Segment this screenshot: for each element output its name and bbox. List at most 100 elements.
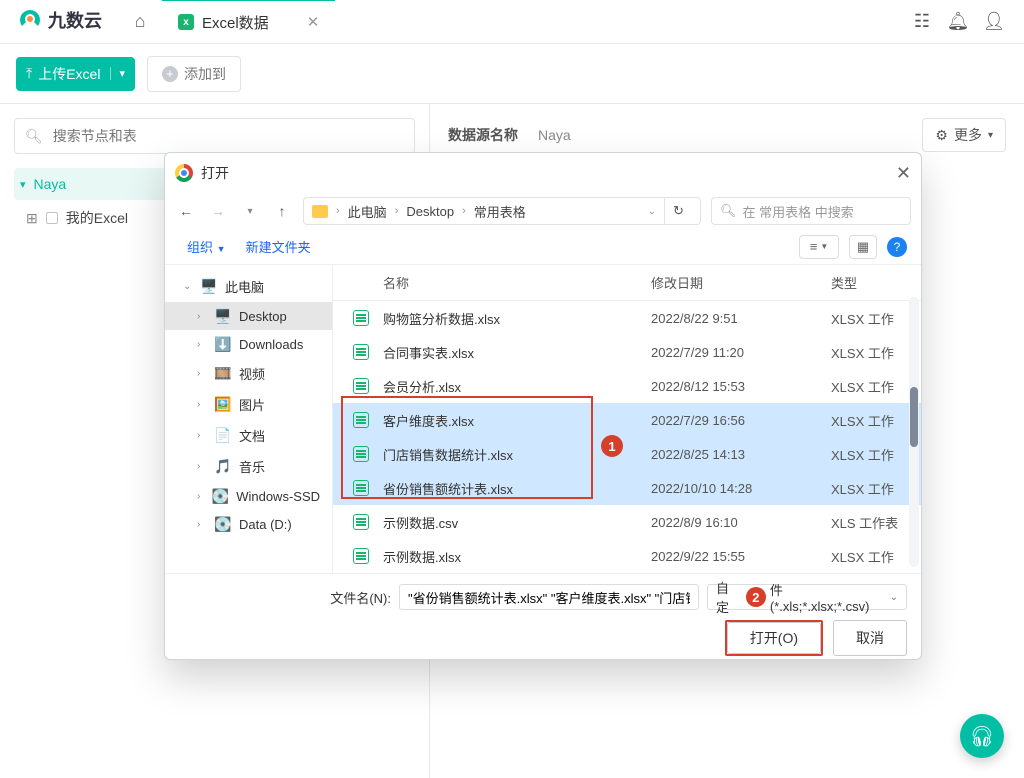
nav-up-icon[interactable]: ↑ [271, 203, 293, 219]
place-label: Windows-SSD [236, 489, 320, 504]
crumb-folder[interactable]: 常用表格 [474, 202, 526, 221]
places-panel: ⌄🖥️此电脑›🖥️Desktop›⬇️Downloads›🎞️视频›🖼️图片›📄… [165, 265, 333, 573]
file-row[interactable]: 省份销售额统计表.xlsx2022/10/10 14:28XLSX 工作 [333, 471, 921, 505]
tab-label: Excel数据 [202, 12, 269, 33]
nav-back-icon[interactable]: ← [175, 203, 197, 219]
place-音乐[interactable]: ›🎵音乐 [165, 451, 332, 482]
chevron-down-icon[interactable]: ▾ [110, 67, 125, 80]
file-row[interactable]: 示例数据.xlsx2022/9/22 15:55XLSX 工作 [333, 539, 921, 573]
file-row[interactable]: 客户维度表.xlsx2022/7/29 16:56XLSX 工作 [333, 403, 921, 437]
bell-icon[interactable]: 🔔︎ [940, 0, 976, 43]
place-视频[interactable]: › 🎞️ 视频 [165, 358, 332, 389]
file-date: 2022/10/10 14:28 [651, 481, 831, 496]
file-date: 2022/7/29 16:56 [651, 413, 831, 428]
filename-input[interactable] [399, 584, 699, 610]
datasource-name: Naya [538, 127, 571, 143]
tab-excel-data[interactable]: x Excel数据 ✕ [162, 0, 335, 43]
upload-excel-button[interactable]: ⤒ 上传Excel ▾ [16, 57, 135, 91]
file-type: XLSX 工作 [831, 343, 921, 362]
sidebar-search[interactable]: 🔍︎ [14, 118, 415, 154]
excel-icon: x [178, 14, 194, 30]
dialog-search[interactable]: 🔍︎ 在 常用表格 中搜索 [711, 197, 911, 225]
file-icon [353, 412, 373, 428]
dialog-navbar: ← → ▾ ↑ › 此电脑 › Desktop › 常用表格 ⌄ ↻ 🔍︎ 在 … [165, 193, 921, 229]
chevron-down-icon: ⌄ [890, 592, 898, 603]
place-label: 图片 [239, 395, 265, 414]
chevron-down-icon[interactable]: ⌄ [648, 206, 656, 217]
file-type: XLSX 工作 [831, 309, 921, 328]
breadcrumb-bar[interactable]: › 此电脑 › Desktop › 常用表格 ⌄ ↻ [303, 197, 701, 225]
scroll-thumb[interactable] [910, 387, 918, 447]
file-row[interactable]: 会员分析.xlsx2022/8/12 15:53XLSX 工作 [333, 369, 921, 403]
place-label: 视频 [239, 364, 265, 383]
file-row[interactable]: 合同事实表.xlsx2022/7/29 11:20XLSX 工作 [333, 335, 921, 369]
place-data (d:)[interactable]: ›💽Data (D:) [165, 510, 332, 538]
file-row[interactable]: 门店销售数据统计.xlsx2022/8/25 14:13XLSX 工作 [333, 437, 921, 471]
place-此电脑[interactable]: ⌄🖥️此电脑 [165, 271, 332, 302]
file-header: 名称 修改日期 类型 [333, 265, 921, 301]
crumb-pc[interactable]: 此电脑 [348, 202, 387, 221]
annotation-badge-2: 2 [746, 587, 766, 607]
place-windows-ssd[interactable]: ›💽Windows-SSD [165, 482, 332, 510]
scrollbar[interactable] [909, 297, 919, 567]
filetype-filter[interactable]: 自定 2 件 (*.xls;*.xlsx;*.csv) ⌄ [707, 584, 907, 610]
file-icon [353, 446, 373, 462]
close-tab-icon[interactable]: ✕ [307, 13, 320, 31]
nav-recent-icon[interactable]: ▾ [239, 206, 261, 217]
dialog-titlebar: 打开 ✕ [165, 153, 921, 193]
place-icon: ⬇️ [215, 336, 231, 352]
plus-icon: + [162, 66, 178, 82]
nav-forward-icon[interactable]: → [207, 203, 229, 219]
headset-icon: 🎧︎ [969, 724, 994, 749]
place-downloads[interactable]: ›⬇️Downloads [165, 330, 332, 358]
cancel-button[interactable]: 取消 [833, 620, 907, 656]
more-button[interactable]: ⚙︎ 更多 ▾ [922, 118, 1006, 152]
file-row[interactable]: 购物篮分析数据.xlsx2022/8/22 9:51XLSX 工作 [333, 301, 921, 335]
place-图片[interactable]: ›🖼️图片 [165, 389, 332, 420]
filter-prefix: 自定 [716, 578, 742, 616]
settings-icon[interactable]: ☷ [904, 0, 940, 43]
place-文档[interactable]: ›📄文档 [165, 420, 332, 451]
tree-label: Naya [34, 176, 67, 192]
file-date: 2022/9/22 15:55 [651, 549, 831, 564]
add-to-button[interactable]: + 添加到 [147, 56, 241, 92]
place-desktop[interactable]: ›🖥️Desktop [165, 302, 332, 330]
organize-menu[interactable]: 组织 ▼ [179, 233, 234, 260]
tree-label: 我的Excel [66, 208, 128, 228]
chevron-icon: › [197, 368, 207, 379]
new-folder-button[interactable]: 新建文件夹 [238, 233, 319, 260]
place-icon: 🖥️ [215, 308, 231, 324]
dialog-title: 打开 [201, 163, 229, 183]
viewmode-grid-icon[interactable]: ▦ [849, 235, 877, 259]
search-input[interactable] [51, 127, 404, 145]
open-button[interactable]: 打开(O) [727, 622, 821, 654]
chevron-icon: › [197, 339, 207, 350]
filter-suffix: 件 (*.xls;*.xlsx;*.csv) [770, 580, 886, 614]
file-icon [353, 310, 373, 326]
chat-fab[interactable]: 🎧︎ [960, 714, 1004, 758]
file-row[interactable]: 示例数据.csv2022/8/9 16:10XLS 工作表 [333, 505, 921, 539]
file-list: 购物篮分析数据.xlsx2022/8/22 9:51XLSX 工作合同事实表.x… [333, 301, 921, 573]
chevron-right-icon: › [395, 205, 399, 217]
upload-icon: ⤒ [26, 65, 32, 82]
home-icon[interactable]: ⌂ [118, 0, 162, 43]
file-date: 2022/8/12 15:53 [651, 379, 831, 394]
place-icon: 🎞️ [215, 366, 231, 382]
viewmode-list-icon[interactable]: ≡ ▼ [799, 235, 839, 259]
col-date[interactable]: 修改日期 [651, 273, 831, 292]
place-label: Data (D:) [239, 517, 292, 532]
gear-icon: ⚙︎ [935, 127, 948, 144]
chevron-down-icon: ▾ [20, 178, 26, 191]
refresh-icon[interactable]: ↻ [664, 197, 692, 225]
user-icon[interactable]: 👤︎ [976, 0, 1012, 43]
file-type: XLSX 工作 [831, 445, 921, 464]
chevron-down-icon: ▾ [988, 130, 993, 141]
annotation-box-2: 打开(O) [725, 620, 823, 656]
crumb-desktop[interactable]: Desktop [406, 204, 454, 219]
col-name[interactable]: 名称 [333, 273, 651, 292]
place-icon: 🖼️ [215, 397, 231, 413]
help-icon[interactable]: ? [887, 237, 907, 257]
col-type[interactable]: 类型 [831, 273, 921, 292]
close-icon[interactable]: ✕ [896, 163, 911, 184]
topbar-actions: ☷ 🔔︎ 👤︎ [904, 0, 1024, 43]
